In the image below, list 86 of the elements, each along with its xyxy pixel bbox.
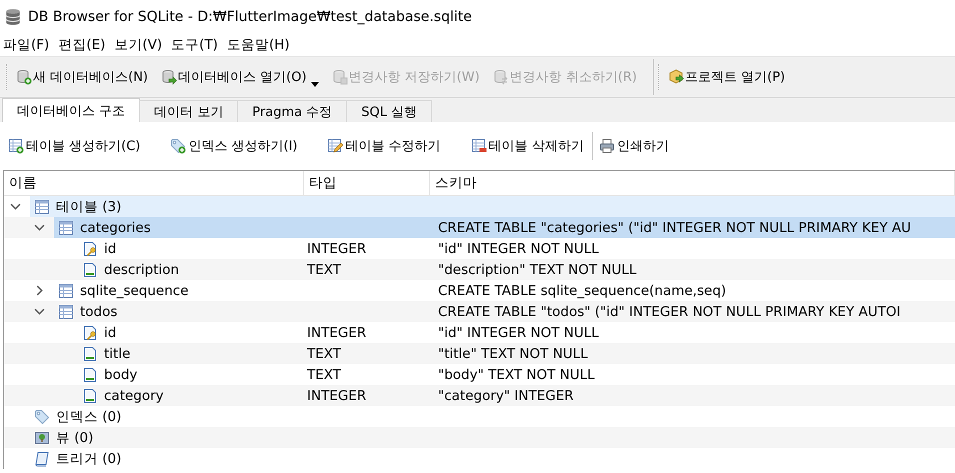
tab[interactable]: 데이터베이스 구조: [2, 98, 140, 122]
table-minus-icon: [470, 138, 487, 154]
tab[interactable]: SQL 실행: [346, 100, 432, 122]
database-disk-icon: [332, 69, 348, 85]
type-cell: INTEGER: [307, 324, 366, 340]
database-icon: [4, 8, 22, 26]
tree-row[interactable]: sqlite_sequence CREATE TABLE sqlite_sequence(name,seq): [54, 280, 955, 301]
schema-cell: "body" TEXT NOT NULL: [438, 366, 595, 382]
chevron-down-icon[interactable]: [34, 222, 45, 233]
tag-plus-icon: [170, 138, 186, 154]
schema-cell: "title" TEXT NOT NULL: [438, 346, 588, 362]
schema-cell: "id" INTEGER NOT NULL: [438, 240, 599, 256]
scroll-icon: [34, 450, 50, 466]
item-name: 테이블 (3): [56, 198, 122, 216]
tree-row[interactable]: id INTEGER "id" INTEGER NOT NULL: [78, 238, 955, 259]
document-key-icon: [82, 240, 98, 256]
schema-cell: "category" INTEGER: [438, 388, 574, 404]
document-key-icon: [82, 324, 98, 340]
tab[interactable]: 데이터 보기: [139, 100, 238, 122]
item-name: categories: [80, 220, 151, 236]
schema-cell: CREATE TABLE "categories" ("id" INTEGER NOT NULL PRIMARY KEY AU: [438, 220, 911, 236]
action-button[interactable]: 인덱스 생성하기(I): [170, 134, 298, 158]
database-arrow-icon: [161, 69, 178, 85]
tree-row[interactable]: 인덱스 (0): [30, 406, 955, 427]
item-name: body: [104, 366, 138, 382]
action-button[interactable]: 테이블 생성하기(C): [8, 134, 140, 158]
dropdown-icon[interactable]: [310, 82, 319, 87]
item-name: id: [104, 324, 116, 340]
tag-icon: [34, 408, 50, 424]
table-plus-icon: [8, 138, 24, 154]
tree-row[interactable]: body TEXT "body" TEXT NOT NULL: [78, 364, 955, 385]
item-name: id: [104, 240, 116, 256]
column-header[interactable]: 이름: [4, 171, 304, 195]
type-cell: INTEGER: [307, 240, 366, 256]
type-cell: TEXT: [307, 262, 342, 278]
item-name: title: [104, 346, 130, 362]
action-button[interactable]: 테이블 수정하기: [327, 134, 441, 158]
chevron-right-icon[interactable]: [34, 285, 45, 296]
column-header[interactable]: 스키마: [430, 171, 955, 195]
tab[interactable]: Pragma 수정: [237, 100, 348, 122]
table-icon: [58, 282, 74, 298]
item-name: 트리거 (0): [56, 450, 122, 468]
table-icon: [34, 198, 50, 214]
tree-row[interactable]: 트리거 (0): [30, 448, 955, 469]
table-icon: [58, 220, 74, 236]
menu-item[interactable]: 편집(E): [55, 36, 112, 54]
schema-cell: CREATE TABLE "todos" ("id" INTEGER NOT NULL PRIMARY KEY AUTOI: [438, 304, 900, 320]
document-icon: [82, 366, 98, 382]
window-title: DB Browser for SQLite - D:₩FlutterImage₩test_database.sqlite: [28, 9, 472, 25]
chevron-down-icon[interactable]: [34, 306, 45, 317]
schema-cell: "id" INTEGER NOT NULL: [438, 324, 599, 340]
item-name: 뷰 (0): [56, 428, 94, 446]
item-name: description: [104, 262, 180, 278]
tree-row[interactable]: 테이블 (3): [30, 196, 955, 217]
box-arrow-icon: [668, 69, 684, 85]
tree-row[interactable]: categories CREATE TABLE "categories" ("id" INTEGER NOT NULL PRIMARY KEY AU: [54, 217, 955, 238]
schema-cell: CREATE TABLE sqlite_sequence(name,seq): [438, 282, 726, 298]
table-pencil-icon: [327, 138, 344, 154]
schema-cell: "description" TEXT NOT NULL: [438, 262, 636, 278]
menu-item[interactable]: 파일(F): [0, 36, 56, 54]
document-icon: [82, 388, 98, 404]
menu-item[interactable]: 도구(T): [168, 36, 224, 54]
column-header[interactable]: 타입: [304, 171, 430, 195]
action-button[interactable]: 인쇄하기: [598, 134, 669, 158]
item-name: todos: [80, 304, 118, 320]
item-name: sqlite_sequence: [80, 282, 189, 298]
toolbar-button[interactable]: 프로젝트 열기(P): [664, 64, 796, 90]
action-button[interactable]: 테이블 삭제하기: [470, 134, 584, 158]
item-name: 인덱스 (0): [56, 408, 122, 426]
menu-item[interactable]: 보기(V): [111, 36, 168, 54]
menu-item[interactable]: 도움말(H): [224, 36, 296, 54]
printer-icon: [598, 138, 615, 154]
toolbar-button[interactable]: 새 데이터베이스(N): [13, 64, 158, 90]
toolbar-button[interactable]: 데이터베이스 열기(O): [158, 64, 317, 90]
tree-row[interactable]: id INTEGER "id" INTEGER NOT NULL: [78, 322, 955, 343]
table-icon: [58, 304, 74, 320]
database-arrows-icon: [492, 69, 509, 85]
database-plus-icon: [16, 69, 32, 85]
chevron-down-icon[interactable]: [10, 201, 21, 212]
item-name: category: [104, 388, 164, 404]
type-cell: TEXT: [307, 366, 342, 382]
document-icon: [82, 262, 98, 278]
image-icon: [34, 430, 50, 446]
type-cell: INTEGER: [307, 388, 366, 404]
type-cell: TEXT: [307, 346, 342, 362]
document-icon: [82, 346, 98, 362]
